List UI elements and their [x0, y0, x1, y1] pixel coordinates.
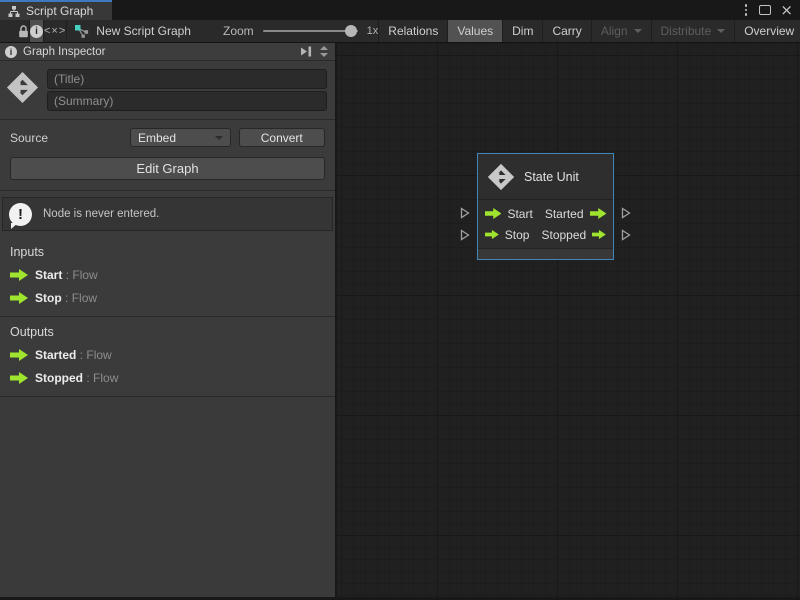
title-field[interactable]: [47, 69, 327, 89]
view-button-dim[interactable]: Dim: [502, 20, 542, 42]
view-button-carry[interactable]: Carry: [542, 20, 590, 42]
source-label: Source: [10, 131, 122, 145]
window-controls: ×: [742, 0, 800, 20]
input-port-start[interactable]: [460, 207, 470, 219]
lock-button[interactable]: [18, 20, 30, 42]
node-output-label: Started: [545, 207, 584, 221]
output-port-stopped[interactable]: [621, 229, 631, 241]
node-output-label: Stopped: [541, 228, 586, 242]
zoom-control: Zoom 1x: [223, 20, 378, 42]
source-dropdown-value: Embed: [138, 131, 176, 145]
source-dropdown[interactable]: Embed: [130, 128, 231, 147]
node-box[interactable]: State Unit Start Started: [477, 153, 614, 260]
graph-inspector-header: i Graph Inspector: [0, 43, 335, 61]
node-input-label: Stop: [505, 228, 530, 242]
view-button-relations[interactable]: Relations: [378, 20, 447, 42]
flow-arrow-icon: [10, 372, 28, 384]
port-row: Started : Flow: [10, 348, 325, 362]
maximize-icon[interactable]: [759, 5, 771, 15]
info-toggle-button[interactable]: i: [30, 20, 44, 42]
node-row: Stop Stopped: [485, 224, 606, 245]
input-port-stop[interactable]: [460, 229, 470, 241]
node-header[interactable]: State Unit: [478, 154, 613, 200]
dropdown-caret-icon: [215, 136, 223, 140]
view-options: Relations Values Dim Carry Align Distrib…: [378, 20, 800, 42]
graph-inspector-panel: i Graph Inspector: [0, 43, 335, 597]
flow-arrow-icon: [10, 292, 28, 304]
graph-breadcrumb[interactable]: New Script Graph: [67, 20, 199, 42]
outputs-title: Outputs: [10, 325, 325, 339]
flow-arrow-icon: [592, 229, 606, 240]
outputs-section: Outputs Started : Flow Stopped : Flow: [0, 316, 335, 396]
port-row: Stopped : Flow: [10, 371, 325, 385]
zoom-label: Zoom: [223, 24, 254, 38]
edit-graph-button[interactable]: Edit Graph: [10, 157, 325, 180]
hierarchy-icon: [8, 6, 20, 17]
flow-arrow-icon: [590, 208, 606, 219]
tab-script-graph[interactable]: Script Graph: [0, 0, 112, 20]
source-row: Source Embed Convert: [0, 120, 335, 151]
lock-icon: [18, 25, 29, 38]
state-unit-icon: [6, 71, 39, 104]
node-title: State Unit: [524, 170, 579, 184]
dropdown-caret-icon: [634, 29, 642, 33]
warning-text: Node is never entered.: [43, 208, 159, 220]
dropdown-caret-icon: [717, 29, 725, 33]
warning-icon: !: [9, 203, 32, 226]
graph-canvas[interactable]: State Unit Start Started: [337, 43, 800, 597]
zoom-slider[interactable]: [263, 30, 358, 32]
main-area: i Graph Inspector: [0, 43, 800, 597]
scroll-up-icon[interactable]: [320, 46, 328, 50]
info-icon: i: [30, 25, 43, 38]
info-icon: i: [5, 46, 17, 58]
zoom-slider-handle[interactable]: [345, 25, 357, 37]
inspector-empty-area: [0, 396, 335, 597]
close-icon[interactable]: ×: [780, 5, 793, 15]
node-footer: [478, 248, 613, 259]
angle-brackets-x-icon: <×>: [44, 25, 66, 37]
variables-button[interactable]: <×>: [44, 20, 67, 42]
flow-arrow-icon: [10, 349, 28, 361]
scroll-spinner[interactable]: [318, 46, 330, 57]
toolbar: i <×> New Script Graph Zoom 1x Relations…: [0, 20, 800, 43]
tab-title: Script Graph: [26, 4, 93, 18]
warning-box: ! Node is never entered.: [2, 197, 333, 231]
output-port-started[interactable]: [621, 207, 631, 219]
port-row: Stop : Flow: [10, 291, 325, 305]
graph-icon: [75, 25, 89, 38]
titlebar: Script Graph ×: [0, 0, 800, 20]
state-unit-node[interactable]: State Unit Start Started: [477, 153, 614, 260]
flow-arrow-icon: [485, 208, 501, 219]
view-button-distribute[interactable]: Distribute: [651, 20, 735, 42]
node-body: Start Started Stop Stopped: [478, 200, 613, 248]
convert-button[interactable]: Convert: [239, 128, 326, 147]
state-unit-icon: [487, 163, 515, 191]
zoom-value: 1x: [367, 25, 379, 37]
divider: [0, 190, 335, 191]
flow-arrow-icon: [485, 229, 499, 240]
inputs-title: Inputs: [10, 245, 325, 259]
scroll-down-icon[interactable]: [320, 53, 328, 57]
node-input-label: Start: [507, 207, 532, 221]
dock-icon[interactable]: [299, 46, 313, 57]
summary-field[interactable]: [47, 91, 327, 111]
flow-arrow-icon: [10, 269, 28, 281]
graph-breadcrumb-label: New Script Graph: [96, 24, 191, 38]
graph-inspector-title: Graph Inspector: [23, 46, 105, 58]
window-menu-icon[interactable]: [742, 4, 751, 16]
node-row: Start Started: [485, 203, 606, 224]
port-row: Start : Flow: [10, 268, 325, 282]
view-button-overview[interactable]: Overview: [734, 20, 800, 42]
graph-info-fields: [0, 61, 335, 119]
view-button-values[interactable]: Values: [447, 20, 502, 42]
inputs-section: Inputs Start : Flow Stop : Flow: [0, 237, 335, 316]
view-button-align[interactable]: Align: [591, 20, 651, 42]
